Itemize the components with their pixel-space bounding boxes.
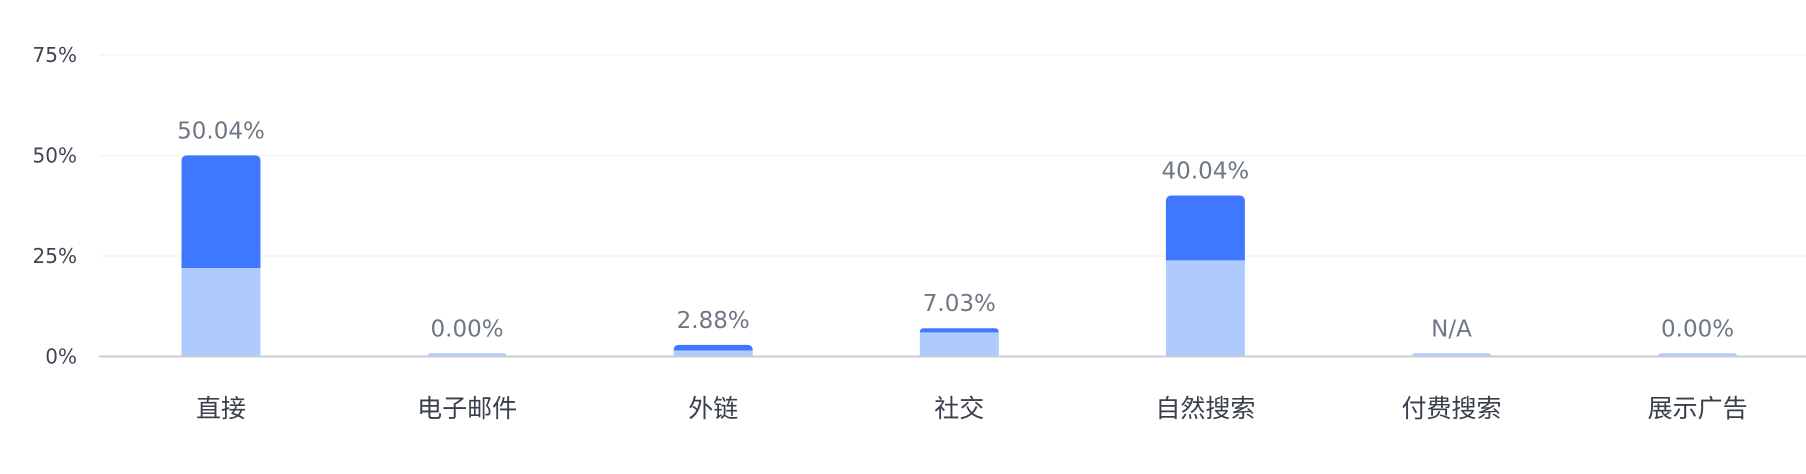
y-tick-label: 0% (45, 345, 77, 369)
category-label: 外链 (688, 394, 738, 423)
data-label: 2.88% (677, 308, 750, 334)
bar-group (1165, 195, 1245, 357)
category-label: 社交 (934, 394, 984, 423)
bar-group (919, 328, 999, 357)
data-label: 0.00% (431, 316, 504, 342)
category-label: 展示广告 (1648, 394, 1748, 423)
bar-group (181, 155, 261, 357)
category-label: 付费搜索 (1401, 394, 1501, 423)
data-label: 0.00% (1661, 316, 1734, 342)
category-labels: 直接 电子邮件 外链 社交 自然搜索 付费搜索 展示广告 (196, 394, 1748, 423)
data-label: 7.03% (923, 291, 996, 317)
data-labels: 50.04% 0.00% 2.88% 7.03% 40.04% N/A 0.00% (177, 118, 1734, 342)
category-label: 直接 (196, 394, 246, 423)
bar-segment-light (1165, 260, 1245, 357)
bar-segment-dark (919, 328, 999, 333)
bar-segment-light (919, 332, 999, 357)
data-label: 40.04% (1162, 159, 1250, 185)
bar-group (673, 344, 753, 357)
data-label: N/A (1431, 316, 1472, 342)
y-tick-label: 50% (33, 144, 77, 168)
category-label: 电子邮件 (417, 394, 517, 423)
category-label: 自然搜索 (1155, 394, 1255, 423)
y-axis-ticks: 0% 25% 50% 75% (33, 43, 77, 369)
grid-lines (99, 54, 1806, 257)
bar-segment-dark (1165, 195, 1245, 261)
bar-segment-light (181, 268, 261, 357)
bar-segment-dark (673, 344, 753, 351)
data-label: 50.04% (177, 118, 265, 144)
bar-segment-dark (181, 155, 261, 269)
stacked-bar-chart: 0% 25% 50% 75% 50.04% 0.00% 2.88% 7.03% 40.04% N… (33, 43, 1806, 423)
y-tick-label: 75% (33, 43, 77, 67)
y-tick-label: 25% (33, 244, 77, 268)
